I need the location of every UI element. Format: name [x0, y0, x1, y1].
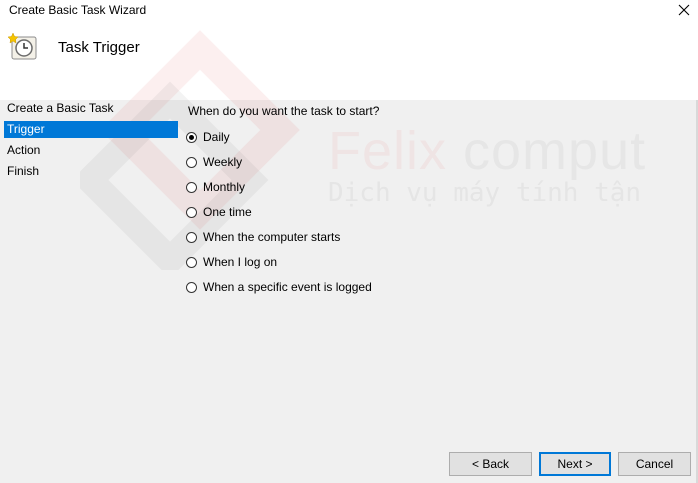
window-title: Create Basic Task Wizard — [9, 3, 147, 17]
back-button[interactable]: < Back — [449, 452, 532, 476]
step-action[interactable]: Action — [4, 142, 178, 159]
radio-label: Weekly — [203, 155, 243, 169]
watermark-brand: Felix comput — [328, 120, 646, 182]
radio-monthly[interactable]: Monthly — [186, 179, 245, 195]
step-finish[interactable]: Finish — [4, 163, 178, 180]
radio-label: Monthly — [203, 180, 246, 194]
radio-button[interactable] — [186, 256, 197, 268]
close-button[interactable] — [670, 0, 698, 20]
radio-button[interactable] — [186, 156, 197, 168]
watermark-tagline: Dịch vụ máy tính tận — [328, 178, 642, 208]
radio-computer-starts[interactable]: When the computer starts — [186, 229, 340, 245]
radio-button[interactable] — [186, 181, 197, 193]
radio-log-on[interactable]: When I log on — [186, 254, 277, 270]
radio-weekly[interactable]: Weekly — [186, 154, 242, 170]
radio-button[interactable] — [186, 231, 197, 243]
title-bar: Create Basic Task Wizard — [0, 0, 698, 20]
radio-daily[interactable]: Daily — [186, 129, 230, 145]
next-button[interactable]: Next > — [539, 452, 611, 476]
radio-button[interactable] — [186, 206, 197, 218]
watermark-brand-a: Felix — [328, 121, 448, 181]
close-icon — [678, 4, 690, 16]
radio-label: When a specific event is logged — [203, 280, 372, 294]
radio-event-logged[interactable]: When a specific event is logged — [186, 279, 372, 295]
step-create-basic-task[interactable]: Create a Basic Task — [4, 100, 178, 117]
watermark-brand-b: comput — [447, 121, 647, 181]
cancel-button[interactable]: Cancel — [618, 452, 691, 476]
radio-label: One time — [203, 205, 252, 219]
radio-label: Daily — [203, 130, 230, 144]
radio-one-time[interactable]: One time — [186, 204, 252, 220]
step-trigger[interactable]: Trigger — [4, 121, 178, 138]
trigger-question: When do you want the task to start? — [188, 104, 380, 118]
radio-button-checked[interactable] — [186, 131, 197, 143]
radio-label: When I log on — [203, 255, 278, 269]
clock-icon — [7, 32, 37, 60]
radio-button[interactable] — [186, 281, 197, 293]
radio-label: When the computer starts — [203, 230, 341, 244]
